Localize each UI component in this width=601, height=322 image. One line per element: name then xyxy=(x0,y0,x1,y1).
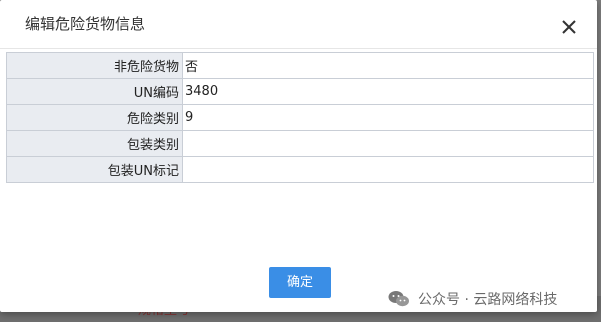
table-row: 包装类别 xyxy=(6,130,594,157)
table-row: 包装UN标记 xyxy=(6,156,594,183)
field-value-packaging-un-mark xyxy=(182,156,594,183)
edit-dangerous-goods-dialog: 编辑危险货物信息 非危险货物 否 UN编码 3480 危险类别 9 包装类别 包… xyxy=(0,0,597,312)
field-value-packing-group xyxy=(182,130,594,157)
table-row: UN编码 3480 xyxy=(6,78,594,105)
watermark: 公众号 · 云路网络科技 xyxy=(388,288,557,310)
field-value-hazard-class: 9 xyxy=(182,104,594,131)
field-value-non-dangerous: 否 xyxy=(182,52,594,79)
field-value-un-code: 3480 xyxy=(182,78,594,105)
field-label-non-dangerous: 非危险货物 xyxy=(6,52,183,79)
field-label-hazard-class: 危险类别 xyxy=(6,104,183,131)
watermark-text: 公众号 · 云路网络科技 xyxy=(418,292,558,308)
table-row: 危险类别 9 xyxy=(6,104,594,131)
dialog-title: 编辑危险货物信息 xyxy=(25,15,146,33)
confirm-button[interactable]: 确定 xyxy=(269,267,331,298)
table-row: 非危险货物 否 xyxy=(6,52,594,79)
field-label-packing-group: 包装类别 xyxy=(6,130,183,157)
field-label-un-code: UN编码 xyxy=(6,78,183,105)
dangerous-goods-info-table: 非危险货物 否 UN编码 3480 危险类别 9 包装类别 包装UN标记 xyxy=(6,52,594,183)
wechat-icon xyxy=(388,291,409,307)
field-label-packaging-un-mark: 包装UN标记 xyxy=(6,156,183,183)
dialog-header: 编辑危险货物信息 xyxy=(0,0,597,49)
close-icon[interactable] xyxy=(558,16,580,38)
